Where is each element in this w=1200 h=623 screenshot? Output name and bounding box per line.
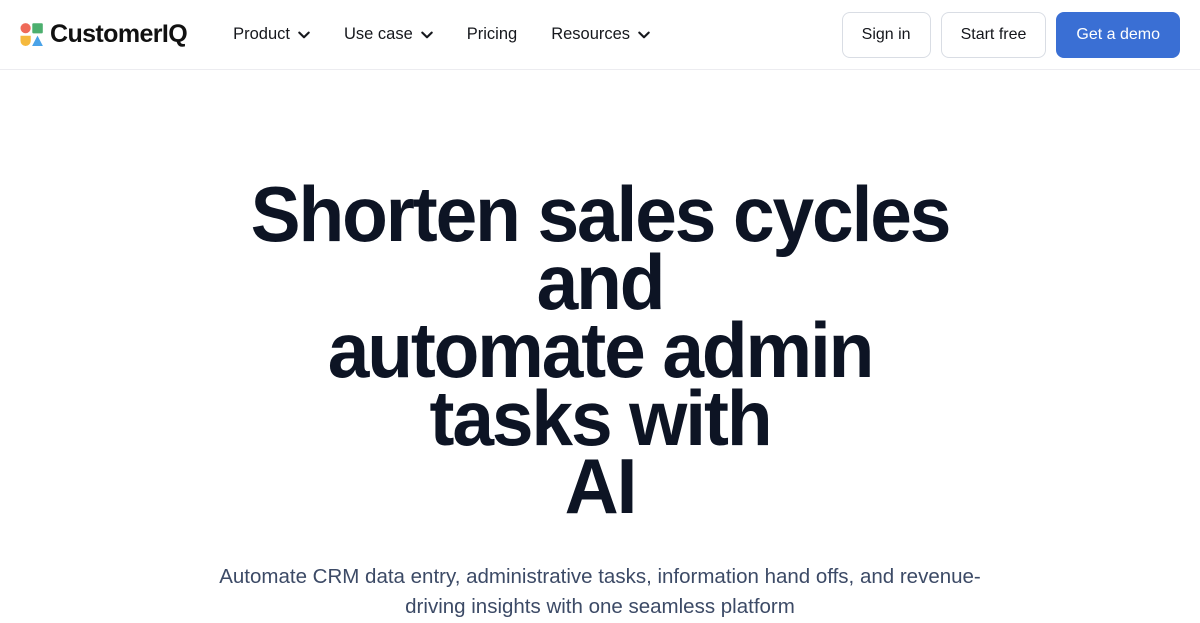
hero-section: Shorten sales cycles and automate admin … <box>0 70 1200 623</box>
hero-subtitle: Automate CRM data entry, administrative … <box>219 565 981 618</box>
nav-item-label: Pricing <box>466 25 518 43</box>
customeriq-logo-icon <box>20 22 43 46</box>
chevron-down-icon <box>298 31 310 38</box>
start-free-button[interactable]: Start free <box>940 11 1047 58</box>
hero-headline-line-1: Shorten sales cycles and <box>250 170 952 326</box>
site-header: CustomerIQ Product Use case Pricing Reso… <box>0 0 1200 70</box>
nav-item-label: Use case <box>343 25 413 43</box>
hero-headline: Shorten sales cycles and automate admin … <box>235 175 965 525</box>
nav-item-pricing[interactable]: Pricing <box>467 21 517 48</box>
hero-headline-line-3: AI <box>564 442 638 530</box>
header-actions: Sign in Start free Get a demo <box>841 11 1180 58</box>
brand-name: CustomerIQ <box>50 20 188 48</box>
main-navigation: Product Use case Pricing Resources <box>233 21 650 48</box>
nav-item-label: Product <box>233 25 290 43</box>
chevron-down-icon <box>421 31 433 38</box>
chevron-down-icon <box>638 31 650 38</box>
get-a-demo-button[interactable]: Get a demo <box>1056 11 1180 58</box>
nav-item-product[interactable]: Product <box>233 21 310 48</box>
hero-headline-line-2: automate admin tasks with <box>327 306 875 462</box>
sign-in-button[interactable]: Sign in <box>841 11 931 58</box>
nav-item-resources[interactable]: Resources <box>551 21 650 48</box>
nav-item-use-case[interactable]: Use case <box>344 21 433 48</box>
nav-item-label: Resources <box>551 25 631 43</box>
brand-logo-link[interactable]: CustomerIQ <box>20 20 188 48</box>
